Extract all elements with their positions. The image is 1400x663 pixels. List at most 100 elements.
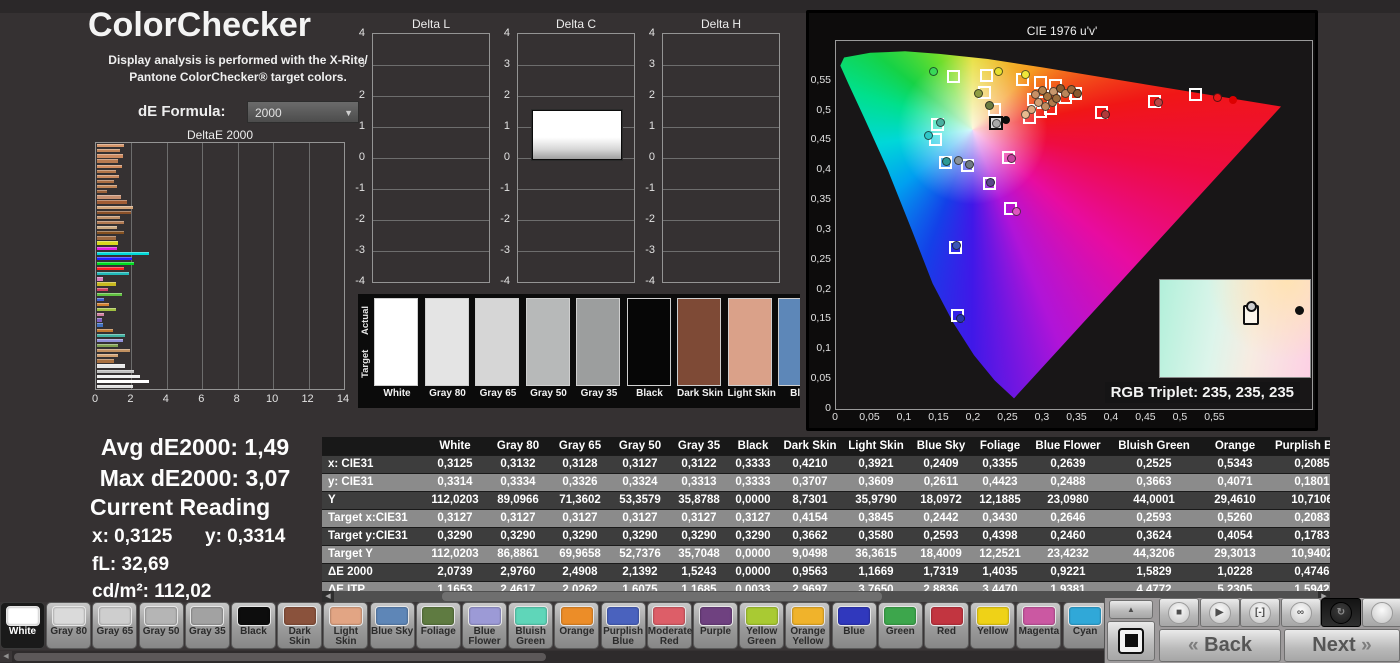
column-header-gray-80: Gray 80 bbox=[496, 440, 540, 452]
axis-tick-label: 3 bbox=[358, 58, 365, 70]
table-cell: 0,3125 bbox=[437, 458, 473, 470]
scroll-left-icon[interactable]: ◀ bbox=[322, 591, 334, 602]
pattern-button-gray-65[interactable]: Gray 65 bbox=[92, 602, 138, 649]
pattern-button-label: Foliage bbox=[420, 626, 456, 637]
pattern-button-purple[interactable]: Purple bbox=[693, 602, 738, 649]
pattern-button-cyan[interactable]: Cyan bbox=[1062, 602, 1108, 649]
table-cell: 0,2488 bbox=[1050, 476, 1086, 488]
pattern-window-button[interactable] bbox=[1107, 621, 1155, 661]
deltae-bar bbox=[97, 364, 126, 368]
pattern-button-orange[interactable]: Orange bbox=[554, 602, 600, 649]
next-button[interactable]: Next » bbox=[1284, 629, 1400, 662]
axis-tick-label: 14 bbox=[336, 393, 350, 405]
pattern-button-gray-80[interactable]: Gray 80 bbox=[46, 602, 92, 649]
color-chip bbox=[1068, 606, 1103, 626]
deltae-bar bbox=[97, 318, 103, 322]
toolbar-scroll-left-icon[interactable]: ◀ bbox=[0, 651, 12, 662]
play-button[interactable]: ▶ bbox=[1199, 598, 1240, 627]
pattern-button-blue[interactable]: Blue bbox=[831, 602, 877, 649]
swatch-color bbox=[677, 298, 721, 386]
axis-tick-label: 3 bbox=[503, 58, 510, 70]
record-button[interactable] bbox=[1361, 598, 1400, 627]
gridline bbox=[373, 127, 489, 128]
pattern-button-gray-35[interactable]: Gray 35 bbox=[184, 602, 230, 649]
axis-tick-label: 1 bbox=[358, 120, 365, 132]
table-row: Target y:CIE31 0,3290 0,3290 0,3290 0,3290 0,… bbox=[322, 527, 1330, 545]
axis-tick-label: 0 bbox=[503, 151, 510, 163]
table-cell: 89,0966 bbox=[497, 494, 539, 506]
stop-button[interactable]: ■ bbox=[1159, 598, 1199, 627]
column-header-blue-flower: Blue Flower bbox=[1035, 440, 1101, 452]
table-scrollbar-thumb[interactable] bbox=[442, 592, 882, 601]
cie-y-axis: 0 0,05 0,1 0,15 0,2 0,25 0,3 0,35 0,4 0,45 0,5 0,55 bbox=[809, 40, 833, 414]
loop-button[interactable]: ∞ bbox=[1280, 598, 1321, 627]
axis-tick-label: -1 bbox=[645, 182, 655, 194]
deltae-chart-title: DeltaE 2000 bbox=[186, 128, 254, 142]
pattern-button-foliage[interactable]: Foliage bbox=[415, 602, 461, 649]
pattern-button-label: Light Skin bbox=[333, 626, 359, 647]
axis-tick-label: 0,45 bbox=[1135, 411, 1156, 423]
pattern-button-bluish-green[interactable]: Bluish Green bbox=[508, 602, 554, 649]
pattern-button-blue-flower[interactable]: Blue Flower bbox=[462, 602, 507, 649]
cie-chart-title: CIE 1976 u'v' bbox=[1026, 24, 1098, 38]
table-cell: 1,1653 bbox=[437, 584, 473, 591]
pattern-button-green[interactable]: Green bbox=[877, 602, 923, 649]
pattern-button-gray-50[interactable]: Gray 50 bbox=[138, 602, 184, 649]
swatch-color bbox=[778, 298, 800, 386]
delta-l-title: Delta L bbox=[411, 17, 451, 31]
pattern-button-moderate-red[interactable]: Moderate Red bbox=[646, 602, 692, 649]
pattern-button-purplish-blue[interactable]: Purplish Blue bbox=[600, 602, 646, 649]
pattern-button-black[interactable]: Black bbox=[231, 602, 276, 649]
gridline bbox=[373, 65, 489, 66]
single-pattern-button[interactable]: [-] bbox=[1240, 598, 1280, 627]
gridline bbox=[373, 251, 489, 252]
pattern-button-yellow-green[interactable]: Yellow Green bbox=[739, 602, 785, 649]
swatch-color bbox=[525, 298, 570, 386]
pattern-button-magenta[interactable]: Magenta bbox=[1016, 602, 1062, 649]
pattern-button-red[interactable]: Red bbox=[924, 602, 969, 649]
deltae-x-axis: 0 2 4 6 8 10 12 14 bbox=[92, 393, 349, 407]
collapse-panel-button[interactable]: ▲ bbox=[1109, 600, 1153, 619]
page-title: ColorChecker bbox=[88, 6, 311, 44]
measured-point bbox=[994, 66, 1004, 76]
color-chip bbox=[652, 606, 687, 626]
axis-tick-label: -4 bbox=[355, 275, 365, 287]
table-cell: 23,0980 bbox=[1047, 494, 1089, 506]
table-cell: 2,0739 bbox=[437, 566, 473, 578]
table-cell: 0,0000 bbox=[735, 566, 771, 578]
column-header-foliage: Foliage bbox=[979, 440, 1021, 452]
deltae-bar bbox=[97, 261, 135, 266]
back-button[interactable]: « Back bbox=[1159, 629, 1281, 662]
measured-point bbox=[991, 118, 1001, 128]
deltae-bar bbox=[97, 231, 125, 235]
cie-diagram-panel: CIE 1976 u'v' RGB Triplet: 235, 235, 235… bbox=[806, 10, 1318, 431]
row-label: y: CIE31 bbox=[328, 476, 374, 488]
pattern-button-white[interactable]: White bbox=[0, 602, 45, 649]
table-cell: 0,3127 bbox=[622, 512, 658, 524]
pattern-button-blue-sky[interactable]: Blue Sky bbox=[369, 602, 415, 649]
table-cell: 0,3290 bbox=[735, 530, 771, 542]
pattern-button-yellow[interactable]: Yellow bbox=[970, 602, 1016, 649]
table-header-row: White Gray 80 Gray 65 Gray 50 Gray 35 Black Da… bbox=[322, 437, 1330, 455]
pattern-button-light-skin[interactable]: Light Skin bbox=[323, 602, 369, 649]
swatch-name: Gray 50 bbox=[530, 388, 567, 399]
rgb-triplet-readout: RGB Triplet: 235, 235, 235 bbox=[1104, 382, 1300, 403]
pattern-button-label: Bluish Green bbox=[515, 626, 546, 647]
column-header-black: Black bbox=[737, 440, 769, 452]
table-cell: 9,0498 bbox=[792, 548, 828, 560]
gridline bbox=[518, 220, 634, 221]
swatch-name: Black bbox=[636, 388, 663, 399]
table-cell: 86,8861 bbox=[497, 548, 539, 560]
table-cell: 2,0262 bbox=[562, 584, 598, 591]
toolbar-scrollbar-thumb[interactable] bbox=[14, 653, 546, 661]
measured-point bbox=[1100, 109, 1110, 119]
row-label: Y bbox=[328, 494, 336, 506]
pattern-button-dark-skin[interactable]: Dark Skin bbox=[277, 602, 323, 649]
pattern-button-orange-yellow[interactable]: Orange Yellow bbox=[785, 602, 831, 649]
deltae-bar bbox=[97, 185, 118, 189]
refresh-button[interactable]: ↻ bbox=[1321, 598, 1361, 627]
table-cell: 69,9658 bbox=[559, 548, 601, 560]
swatch-name: White bbox=[383, 388, 411, 399]
de-formula-select[interactable]: 2000 ▼ bbox=[247, 101, 359, 123]
deltae-bar-chart bbox=[95, 142, 345, 390]
